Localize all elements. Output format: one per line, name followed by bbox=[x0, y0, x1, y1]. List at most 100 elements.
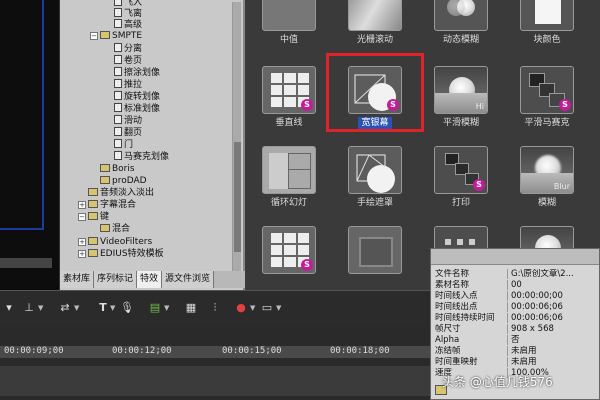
frame-effect-icon bbox=[348, 226, 402, 274]
property-row: 时间线持续时间 00:00:06;06 bbox=[435, 313, 595, 323]
effect-file-icon bbox=[114, 91, 122, 100]
tree-item[interactable]: 飞入 bbox=[114, 0, 142, 8]
print-effect-icon: S bbox=[434, 146, 488, 194]
loop-slide-effect-icon bbox=[262, 146, 316, 194]
effect-vertical-lines[interactable]: S 垂直线 bbox=[248, 66, 330, 129]
effect-file-icon bbox=[114, 67, 122, 76]
tree-item[interactable]: 马赛克划像 bbox=[114, 151, 169, 162]
folder-icon bbox=[100, 31, 110, 39]
properties-header bbox=[431, 249, 599, 265]
timecode-label: 00:00:15;00 bbox=[222, 346, 282, 356]
collapse-icon[interactable]: − bbox=[78, 213, 86, 221]
effect-grid[interactable]: S bbox=[248, 226, 330, 274]
tree-item[interactable]: 擦涂划像 bbox=[114, 67, 160, 78]
plugin-badge-icon: S bbox=[473, 179, 485, 191]
marker-tool-icon[interactable]: ▾ bbox=[2, 301, 16, 315]
tree-item[interactable]: 门 bbox=[114, 139, 133, 150]
effect-hand-drawn-mask[interactable]: 手绘遮罩 bbox=[334, 146, 416, 209]
folder-icon bbox=[88, 212, 98, 220]
timeline-track[interactable] bbox=[0, 366, 430, 396]
collapse-icon[interactable]: − bbox=[90, 32, 98, 40]
timeline-toolbar: ▾ ⊥ ▼ ⇄ ▼ T ▼ 🎙 ▤ ▼ ▦ ⫶ ● ▼ ▭ ▼ bbox=[0, 290, 430, 326]
effect-median[interactable]: 中值 bbox=[248, 0, 330, 46]
property-row: 时间重映射 未启用 bbox=[435, 357, 595, 367]
scrollbar-thumb[interactable] bbox=[234, 142, 241, 252]
tree-folder[interactable]: + VideoFilters bbox=[78, 237, 152, 248]
timecode-label: 00:00:18;00 bbox=[330, 346, 390, 356]
chevron-down-icon[interactable]: ▼ bbox=[74, 304, 80, 312]
effect-file-icon bbox=[114, 115, 122, 124]
tree-item[interactable]: 推拉 bbox=[114, 79, 142, 90]
microphone-icon[interactable]: 🎙 bbox=[120, 301, 134, 315]
tree-item[interactable]: Boris bbox=[100, 164, 135, 175]
preview-frame bbox=[0, 0, 44, 230]
motion-blur-effect-icon bbox=[434, 0, 488, 31]
selection-highlight bbox=[326, 53, 424, 132]
tab-sequence-markers[interactable]: 序列标记 bbox=[94, 271, 138, 288]
split-tool-icon[interactable]: ⊥ bbox=[22, 301, 36, 315]
tree-folder[interactable]: − 键 bbox=[78, 212, 109, 223]
display-icon[interactable]: ▭ bbox=[260, 301, 274, 315]
effect-blur[interactable]: Blur 模糊 bbox=[506, 146, 588, 209]
expand-icon[interactable]: + bbox=[78, 238, 86, 246]
mask-preview-graphic bbox=[356, 154, 395, 193]
effect-file-icon bbox=[114, 103, 122, 112]
chevron-down-icon[interactable]: ▼ bbox=[164, 304, 170, 312]
tree-item[interactable]: 翻页 bbox=[114, 127, 142, 138]
folder-icon bbox=[88, 249, 98, 257]
grid-effect-icon: S bbox=[262, 226, 316, 274]
text-tool-icon[interactable]: T bbox=[96, 301, 110, 315]
expand-icon[interactable]: + bbox=[78, 250, 86, 258]
effect-file-icon bbox=[114, 0, 122, 6]
tree-item[interactable]: 音频淡入淡出 bbox=[88, 188, 154, 199]
tree-item[interactable]: 分离 bbox=[114, 43, 142, 54]
tree-item[interactable]: 混合 bbox=[100, 224, 130, 235]
property-row: 文件名称 G:\原创文章\2... bbox=[435, 269, 595, 279]
tree-item[interactable]: 滑动 bbox=[114, 115, 142, 126]
folder-icon bbox=[88, 237, 98, 245]
tree-item[interactable]: 高级 bbox=[114, 19, 142, 30]
chevron-down-icon[interactable]: ▼ bbox=[276, 304, 282, 312]
color-bar-icon[interactable]: ▤ bbox=[148, 301, 162, 315]
tree-folder-smpte[interactable]: − SMPTE bbox=[90, 31, 142, 42]
chevron-down-icon[interactable]: ▼ bbox=[38, 304, 44, 312]
grid-view-icon[interactable]: ▦ bbox=[184, 301, 198, 315]
tree-folder[interactable]: + EDIUS特效模板 bbox=[78, 249, 164, 260]
effect-frame[interactable] bbox=[334, 226, 416, 274]
chevron-down-icon[interactable]: ▼ bbox=[250, 304, 256, 312]
effect-block-color[interactable]: 块颜色 bbox=[506, 0, 588, 46]
panel-tabs: 素材库 序列标记 特效 源文件浏览 bbox=[60, 271, 245, 288]
mixer-icon[interactable]: ⫶ bbox=[208, 301, 222, 315]
folder-icon bbox=[88, 200, 98, 208]
effect-loop-slide[interactable]: 循环幻灯 bbox=[248, 146, 330, 209]
folder-icon bbox=[100, 176, 110, 184]
timeline-ruler[interactable]: 00:00:09;00 00:00:12;00 00:00:15;00 00:0… bbox=[0, 326, 430, 400]
tree-item[interactable]: 旋转划像 bbox=[114, 91, 160, 102]
effect-smooth-blur[interactable]: Hi 平滑模糊 bbox=[420, 66, 502, 129]
vertical-lines-effect-icon: S bbox=[262, 66, 316, 114]
effect-file-icon bbox=[114, 43, 122, 52]
chevron-down-icon[interactable]: ▼ bbox=[110, 304, 116, 312]
tree-item[interactable]: 飞离 bbox=[114, 8, 142, 19]
preview-monitor[interactable] bbox=[0, 0, 60, 290]
timecode-label: 00:00:09;00 bbox=[4, 346, 64, 356]
effects-palette: 中值 光栅滚动 动态模糊 块颜色 S 垂直线 S 宽银幕 Hi 平滑模糊 S 平… bbox=[245, 0, 600, 290]
tree-item[interactable]: proDAD bbox=[100, 176, 147, 187]
tab-effects[interactable]: 特效 bbox=[137, 271, 163, 288]
preview-scrollbar[interactable] bbox=[0, 258, 52, 268]
effect-motion-blur[interactable]: 动态模糊 bbox=[420, 0, 502, 46]
tree-item[interactable]: 标准划像 bbox=[114, 103, 160, 114]
record-icon[interactable]: ● bbox=[234, 301, 248, 315]
tree-scrollbar[interactable] bbox=[232, 2, 241, 272]
expand-icon[interactable]: + bbox=[78, 201, 86, 209]
effect-raster-scroll[interactable]: 光栅滚动 bbox=[334, 0, 416, 46]
tree-folder[interactable]: + 字幕混合 bbox=[78, 200, 136, 211]
tab-source-browser[interactable]: 源文件浏览 bbox=[162, 271, 215, 288]
property-row: 时间线出点 00:00:06;06 bbox=[435, 302, 595, 312]
link-tool-icon[interactable]: ⇄ bbox=[58, 301, 72, 315]
tree-item[interactable]: 卷页 bbox=[114, 55, 142, 66]
tab-bin[interactable]: 素材库 bbox=[60, 271, 95, 288]
raster-scroll-effect-icon bbox=[348, 0, 402, 31]
effect-print[interactable]: S 打印 bbox=[420, 146, 502, 209]
effect-smooth-mosaic[interactable]: S 平滑马赛克 bbox=[506, 66, 588, 129]
